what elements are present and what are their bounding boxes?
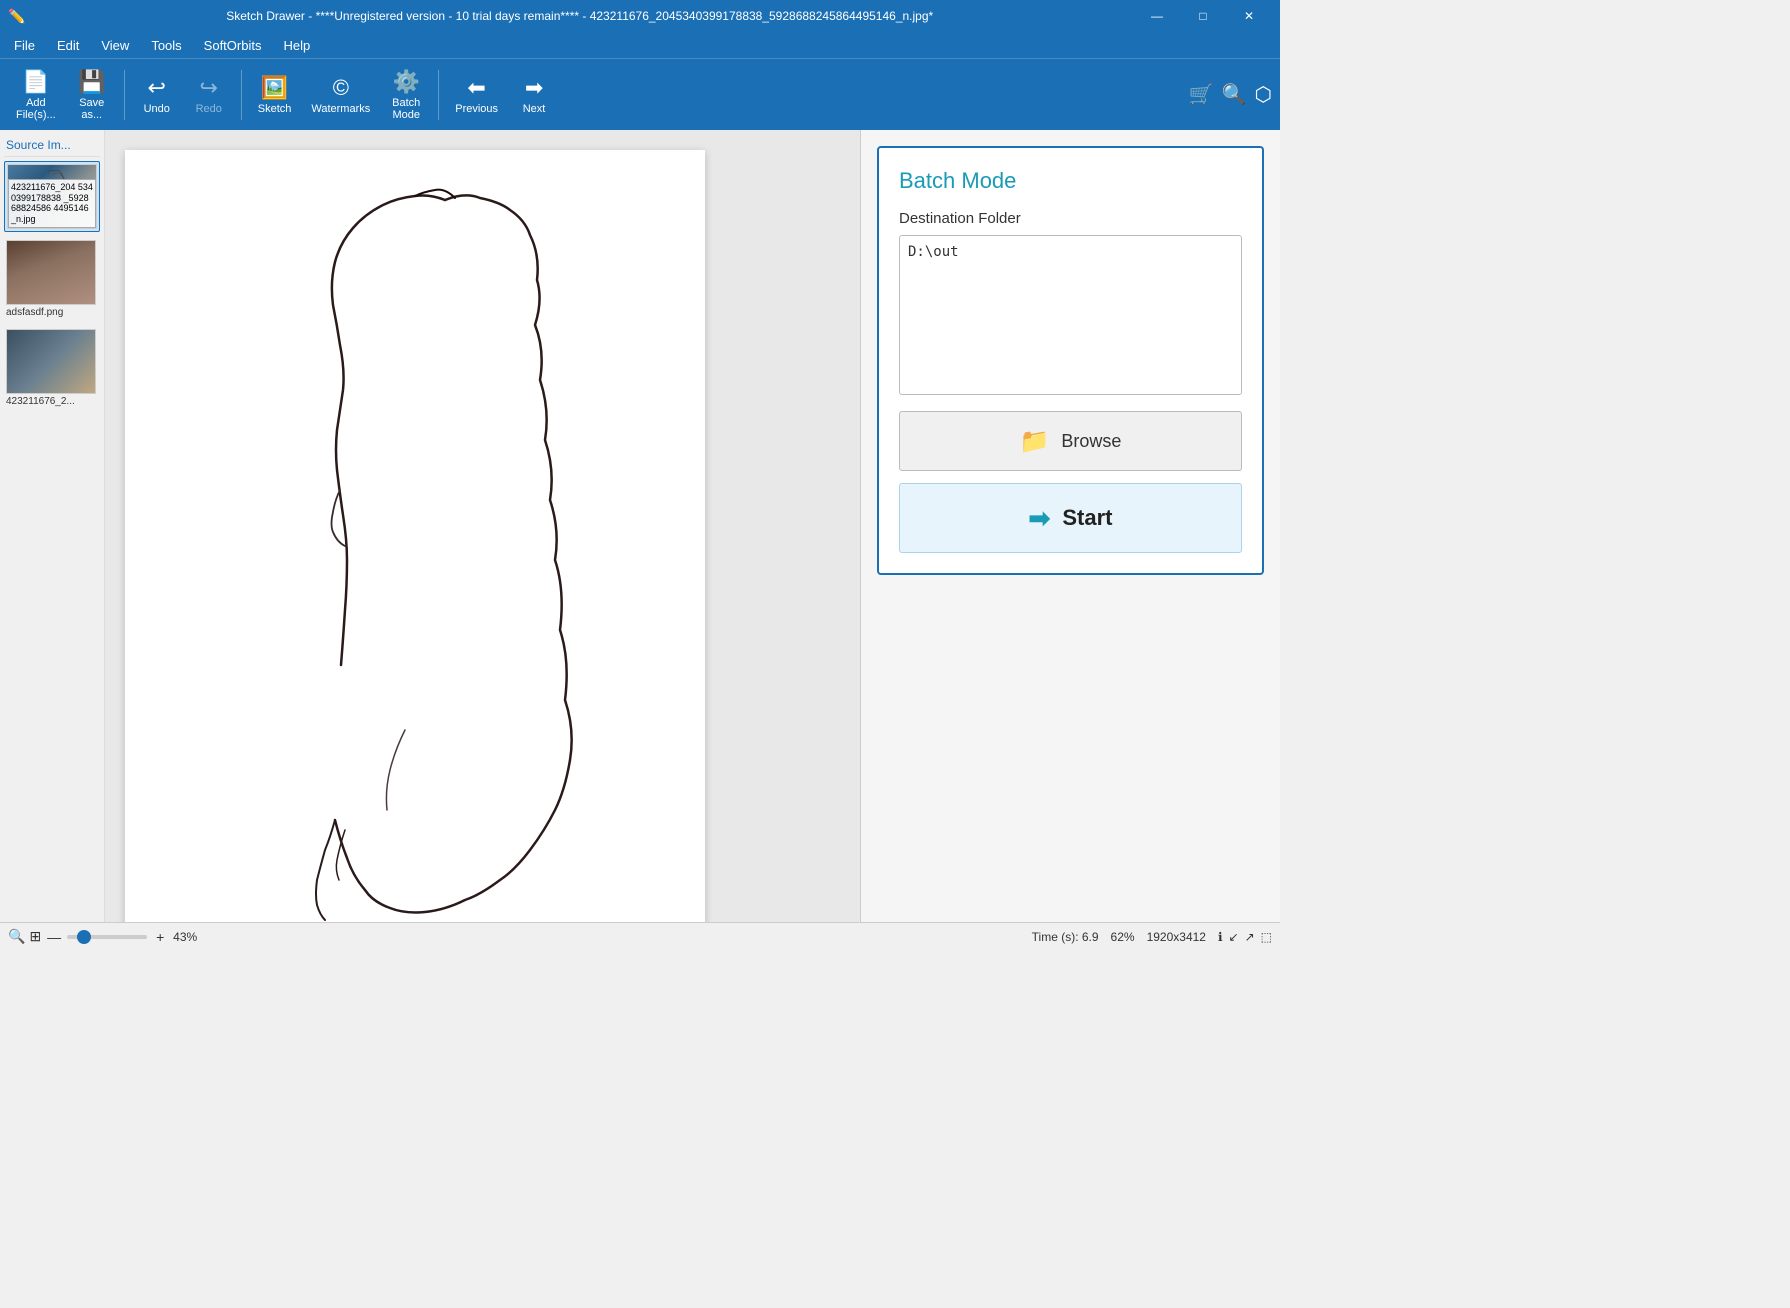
list-item[interactable]: 423211676_204 5340399178838 _59286882458…	[4, 161, 100, 232]
batch-panel: Batch Mode Destination Folder D:\out 📁 B…	[877, 146, 1264, 575]
thumbnail-1: 423211676_204 5340399178838 _59286882458…	[7, 164, 97, 229]
toolbar-sep-1	[124, 70, 125, 120]
sketch-label: Sketch	[258, 103, 292, 115]
zoom-plus-button[interactable]: +	[151, 929, 169, 945]
close-button[interactable]: ✕	[1226, 0, 1272, 32]
status-right-icons: ℹ ↙ ↗ ⬚	[1218, 930, 1272, 944]
destination-folder-input[interactable]: D:\out	[899, 235, 1242, 395]
canvas-inner	[125, 150, 705, 922]
share-icon[interactable]: ↙	[1229, 930, 1239, 944]
right-panel: Batch Mode Destination Folder D:\out 📁 B…	[860, 130, 1280, 922]
title-bar-left: ✏️	[8, 8, 25, 25]
main-area: Source Im... 423211676_204 5340399178838…	[0, 130, 1280, 922]
title-bar-controls[interactable]: — □ ✕	[1134, 0, 1272, 32]
maximize-button[interactable]: □	[1180, 0, 1226, 32]
toolbar-sep-3	[438, 70, 439, 120]
title-bar: ✏️ Sketch Drawer - ****Unregistered vers…	[0, 0, 1280, 32]
save-as-label: Saveas...	[79, 97, 104, 121]
time-label: Time (s): 6.9	[1032, 930, 1099, 944]
menu-file[interactable]: File	[4, 36, 45, 55]
zoom-value: 43%	[173, 930, 197, 944]
save-as-button[interactable]: 💾 Saveas...	[68, 65, 116, 125]
status-right: Time (s): 6.9 62% 1920x3412 ℹ ↙ ↗ ⬚	[1032, 930, 1272, 944]
list-item[interactable]: adsfasdf.png	[4, 238, 100, 321]
status-bar: 🔍 ⊞ — + 43% Time (s): 6.9 62% 1920x3412 …	[0, 922, 1280, 950]
thumbnail-3	[6, 329, 96, 394]
menu-edit[interactable]: Edit	[47, 36, 89, 55]
thumbnail-2	[6, 240, 96, 305]
thumbnail-tooltip: 423211676_204 5340399178838 _59286882458…	[8, 179, 96, 228]
minimize-button[interactable]: —	[1134, 0, 1180, 32]
sidebar-title: Source Im...	[4, 134, 100, 157]
thumbnail-3-label: 423211676_2...	[6, 396, 98, 408]
dimensions-label: 1920x3412	[1147, 930, 1206, 944]
next-button[interactable]: ➡ Next	[510, 65, 558, 125]
redo-icon: ↪	[200, 75, 218, 101]
share-up-icon[interactable]: ↗	[1245, 930, 1255, 944]
watermarks-label: Watermarks	[311, 103, 370, 115]
toolbar-sep-2	[241, 70, 242, 120]
zoom-percent: 62%	[1111, 930, 1135, 944]
menu-tools[interactable]: Tools	[141, 36, 191, 55]
list-item[interactable]: 423211676_2...	[4, 327, 100, 410]
redo-button[interactable]: ↪ Redo	[185, 65, 233, 125]
sketch-drawing	[125, 150, 705, 922]
next-icon: ➡	[525, 75, 543, 101]
info-icon[interactable]: ℹ	[1218, 930, 1223, 944]
previous-icon: ⬅	[467, 75, 485, 101]
save-as-icon: 💾	[78, 69, 105, 95]
cart-icon[interactable]: 🛒	[1189, 82, 1214, 107]
menu-view[interactable]: View	[91, 36, 139, 55]
browse-button[interactable]: 📁 Browse	[899, 411, 1242, 471]
batch-mode-icon: ⚙️	[393, 69, 420, 95]
cube-icon[interactable]: ⬡	[1255, 82, 1272, 107]
zoom-fit-icon[interactable]: 🔍	[8, 928, 25, 945]
app-icon: ✏️	[8, 8, 25, 25]
title-bar-text: Sketch Drawer - ****Unregistered version…	[25, 9, 1134, 23]
add-files-icon: 📄	[22, 69, 49, 95]
redo-label: Redo	[196, 103, 222, 115]
thumbnail-2-label: adsfasdf.png	[6, 307, 98, 319]
sketch-button[interactable]: 🖼️ Sketch	[250, 65, 300, 125]
copy-icon[interactable]: ⬚	[1261, 930, 1272, 944]
canvas-area	[105, 130, 860, 922]
start-button[interactable]: ➡ Start	[899, 483, 1242, 553]
browse-label: Browse	[1061, 431, 1121, 452]
zoom-thumb[interactable]	[77, 930, 91, 944]
zoom-controls: — +	[45, 929, 169, 945]
zoom-slider[interactable]	[67, 935, 147, 939]
next-label: Next	[523, 103, 546, 115]
start-arrow-icon: ➡	[1029, 503, 1051, 534]
sketch-icon: 🖼️	[261, 75, 288, 101]
fit-icon[interactable]: ⊞	[29, 928, 41, 945]
previous-button[interactable]: ⬅ Previous	[447, 65, 506, 125]
undo-button[interactable]: ↩ Undo	[133, 65, 181, 125]
sidebar: Source Im... 423211676_204 5340399178838…	[0, 130, 105, 922]
watermarks-button[interactable]: © Watermarks	[303, 65, 378, 125]
destination-folder-label: Destination Folder	[899, 210, 1242, 227]
menu-softorbits[interactable]: SoftOrbits	[194, 36, 272, 55]
batch-mode-title: Batch Mode	[899, 168, 1242, 194]
previous-label: Previous	[455, 103, 498, 115]
zoom-minus-button[interactable]: —	[45, 929, 63, 945]
batch-mode-label: BatchMode	[392, 97, 420, 121]
add-files-label: AddFile(s)...	[16, 97, 56, 121]
batch-mode-button[interactable]: ⚙️ BatchMode	[382, 65, 430, 125]
undo-icon: ↩	[148, 75, 166, 101]
start-label: Start	[1062, 505, 1112, 531]
menu-bar: File Edit View Tools SoftOrbits Help	[0, 32, 1280, 58]
search-icon[interactable]: 🔍	[1222, 82, 1247, 107]
add-files-button[interactable]: 📄 AddFile(s)...	[8, 65, 64, 125]
toolbar-right-icons: 🛒 🔍 ⬡	[1189, 82, 1272, 107]
undo-label: Undo	[144, 103, 170, 115]
status-left: 🔍 ⊞ — + 43%	[8, 928, 197, 945]
status-icons: 🔍 ⊞	[8, 928, 41, 945]
toolbar: 📄 AddFile(s)... 💾 Saveas... ↩ Undo ↪ Red…	[0, 58, 1280, 130]
folder-icon: 📁	[1020, 427, 1050, 456]
watermarks-icon: ©	[333, 75, 349, 101]
menu-help[interactable]: Help	[273, 36, 320, 55]
